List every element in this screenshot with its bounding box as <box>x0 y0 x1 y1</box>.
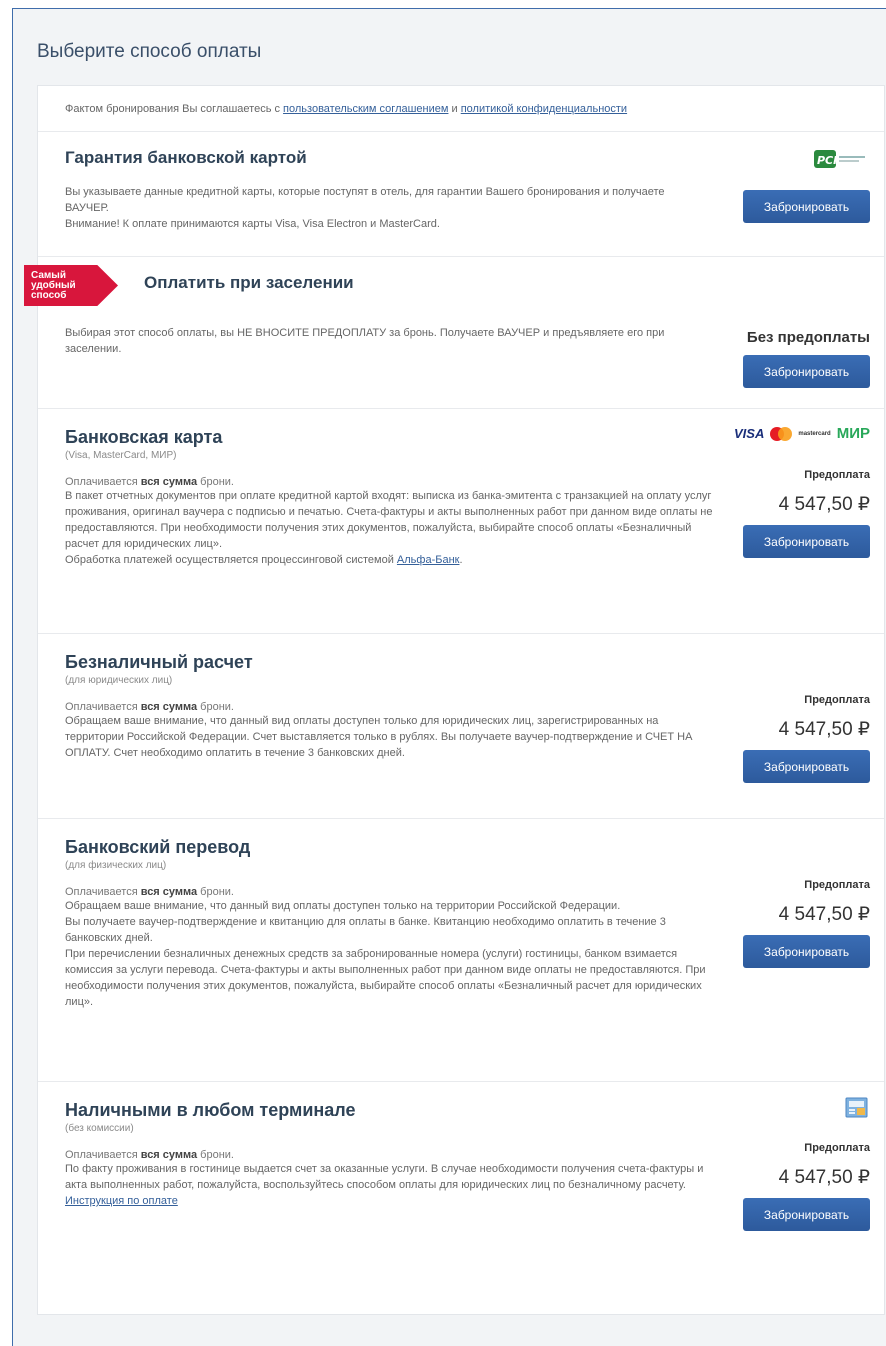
section-title: Оплатить при заселении <box>144 273 354 292</box>
price-amount: 4 547,50 ₽ <box>778 719 870 740</box>
pays-bold: вся сумма <box>140 701 198 713</box>
payment-terminal-icon <box>845 1097 868 1118</box>
agreement-notice: Фактом бронирования Вы соглашаетесь с по… <box>38 86 884 132</box>
pays-bold: вся сумма <box>140 1149 198 1161</box>
price-amount: 4 547,50 ₽ <box>778 904 870 925</box>
payment-methods-panel: Фактом бронирования Вы соглашаетесь с по… <box>24 85 885 1315</box>
processing-suffix: . <box>459 554 463 566</box>
prepayment-label: Предоплата <box>804 879 870 891</box>
visa-logo-icon: VISA <box>734 426 765 441</box>
price-amount: 4 547,50 ₽ <box>778 494 870 515</box>
section-text: Обращаем ваше внимание, что данный вид о… <box>65 898 715 1010</box>
section-title: Банковский перевод <box>65 837 251 857</box>
user-agreement-link[interactable]: пользовательским соглашением <box>283 103 448 115</box>
pci-dss-logo-icon: PCI <box>814 150 865 168</box>
payment-scope: Оплачивается вся сумма брони. <box>65 886 234 898</box>
pays-prefix: Оплачивается <box>65 886 141 898</box>
pays-suffix: брони. <box>197 476 234 488</box>
section-subtitle: (для юридических лиц) <box>65 675 173 686</box>
section-cashless: Безналичный расчет (для юридических лиц)… <box>38 634 884 819</box>
agreement-prefix: Фактом бронирования Вы соглашаетесь с <box>65 103 284 115</box>
mastercard-logo-icon <box>770 426 793 441</box>
payment-scope: Оплачивается вся сумма брони. <box>65 476 234 488</box>
book-button[interactable]: Забронировать <box>743 355 870 388</box>
payment-scope: Оплачивается вся сумма брони. <box>65 1149 234 1161</box>
prepayment-label: Предоплата <box>804 469 870 481</box>
privacy-policy-link[interactable]: политикой конфиденциальности <box>461 103 627 115</box>
pays-suffix: брони. <box>197 1149 234 1161</box>
mir-logo-icon: МИР <box>836 425 870 442</box>
prepayment-label: Предоплата <box>804 694 870 706</box>
section-pay-at-checkin: Самый удобный способ Оплатить при заселе… <box>24 257 884 409</box>
transfer-text-1: Обращаем ваше внимание, что данный вид о… <box>65 900 621 912</box>
pays-prefix: Оплачивается <box>65 476 141 488</box>
no-prepayment-label: Без предоплаты <box>746 329 870 346</box>
section-text: Обращаем ваше внимание, что данный вид о… <box>65 715 693 759</box>
section-title: Наличными в любом терминале <box>65 1100 356 1120</box>
pays-prefix: Оплачивается <box>65 701 141 713</box>
processing-note: Обработка платежей осуществляется процес… <box>65 552 715 568</box>
section-bank-transfer: Банковский перевод (для физических лиц) … <box>38 819 884 1082</box>
page-title: Выберите способ оплаты <box>37 41 262 62</box>
pays-suffix: брони. <box>197 701 234 713</box>
section-subtitle: (Visa, MasterCard, МИР) <box>65 450 177 461</box>
bank-card-text: В пакет отчетных документов при оплате к… <box>65 490 713 550</box>
transfer-text-2: Вы получаете ваучер-подтверждение и квит… <box>65 916 666 944</box>
price-amount: 4 547,50 ₽ <box>778 1167 870 1188</box>
section-card-guarantee: Гарантия банковской картой PCI Вы указыв… <box>38 132 884 257</box>
card-logos: VISA mastercard МИР <box>734 425 870 442</box>
pays-prefix: Оплачивается <box>65 1149 141 1161</box>
section-cash-terminal: Наличными в любом терминале (без комисси… <box>38 1082 884 1314</box>
svg-text:PCI: PCI <box>817 154 837 167</box>
mastercard-wordmark: mastercard <box>798 430 831 437</box>
book-button[interactable]: Забронировать <box>743 1198 870 1231</box>
section-text: По факту проживания в гостинице выдается… <box>65 1161 715 1209</box>
section-subtitle: (без комиссии) <box>65 1123 134 1134</box>
guarantee-text-2: Внимание! К оплате принимаются карты Vis… <box>65 218 440 230</box>
alfa-bank-link[interactable]: Альфа-Банк <box>397 554 460 566</box>
payment-scope: Оплачивается вся сумма брони. <box>65 701 234 713</box>
section-text: Выбирая этот способ оплаты, вы НЕ ВНОСИТ… <box>65 327 665 355</box>
best-option-badge: Самый удобный способ <box>24 265 118 306</box>
book-button[interactable]: Забронировать <box>743 190 870 223</box>
terminal-text: По факту проживания в гостинице выдается… <box>65 1163 704 1191</box>
section-text: Вы указываете данные кредитной карты, ко… <box>65 184 685 232</box>
pays-bold: вся сумма <box>140 886 198 898</box>
processing-prefix: Обработка платежей осуществляется процес… <box>65 554 397 566</box>
agreement-middle: и <box>448 103 461 115</box>
section-title: Банковская карта <box>65 427 223 447</box>
section-text: В пакет отчетных документов при оплате к… <box>65 488 715 568</box>
section-title: Гарантия банковской картой <box>65 148 307 167</box>
book-button[interactable]: Забронировать <box>743 935 870 968</box>
page-frame: Выберите способ оплаты Фактом бронирован… <box>12 8 886 1346</box>
transfer-text-3: При перечислении безналичных денежных ср… <box>65 948 706 1008</box>
section-bank-card: Банковская карта (Visa, MasterCard, МИР)… <box>38 409 884 634</box>
pays-bold: вся сумма <box>140 476 198 488</box>
section-title: Безналичный расчет <box>65 652 253 672</box>
payment-instruction-link[interactable]: Инструкция по оплате <box>65 1195 178 1207</box>
book-button[interactable]: Забронировать <box>743 750 870 783</box>
prepayment-label: Предоплата <box>804 1142 870 1154</box>
book-button[interactable]: Забронировать <box>743 525 870 558</box>
pays-suffix: брони. <box>197 886 234 898</box>
section-subtitle: (для физических лиц) <box>65 860 167 871</box>
guarantee-text-1: Вы указываете данные кредитной карты, ко… <box>65 186 665 214</box>
badge-line-3: способ <box>31 290 67 301</box>
